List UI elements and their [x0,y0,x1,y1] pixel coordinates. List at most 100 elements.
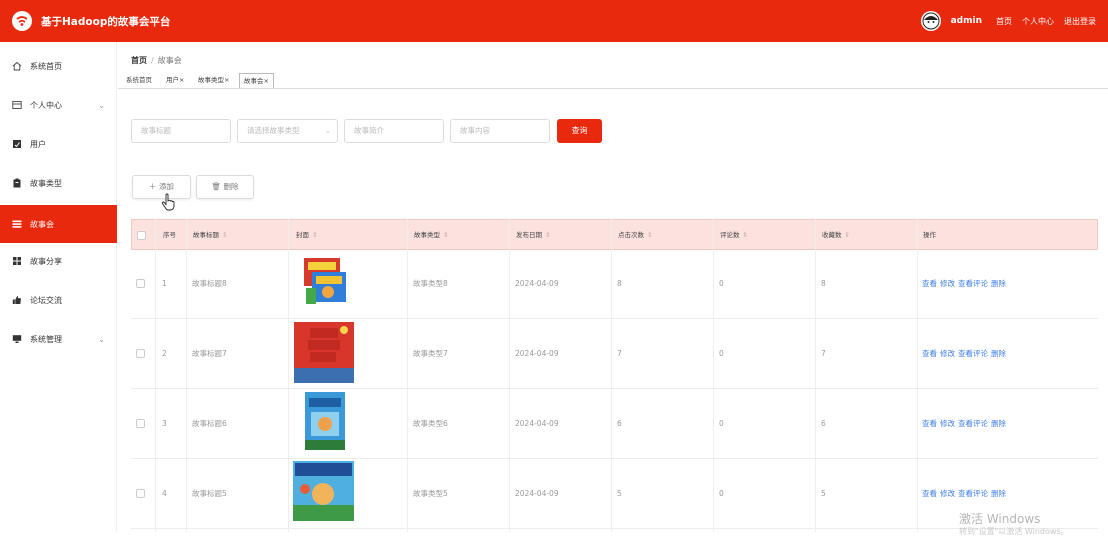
sort-icon[interactable]: ⇕ [845,231,850,239]
sidebar-item-label: 用户 [30,139,46,149]
clipboard-icon [12,178,22,188]
row-actions: 查看 修改 查看评论 删除 [922,249,1009,319]
delete-link[interactable]: 删除 [991,279,1006,288]
tab-home[interactable]: 系统首页 [122,73,156,88]
view-link[interactable]: 查看 [922,419,937,428]
chevron-down-icon: ⌄ [98,100,105,110]
table-row: 4 故事标题5 故事类型5 2024-04-09 5 0 5 查看 修改 查看评论删… [131,459,1098,529]
cover-image [293,461,354,521]
sidebar-item-label: 系统首页 [30,61,62,71]
nav-profile-link[interactable]: 个人中心 [1022,16,1054,27]
view-link[interactable]: 查看 [922,349,937,358]
edit-link[interactable]: 修改 [940,349,955,358]
edit-link[interactable]: 修改 [940,279,955,288]
column-label: 点击次数 [618,231,644,239]
column-header-favorites[interactable]: 收藏数 ⇕ [822,220,850,251]
select-all-checkbox[interactable] [137,231,146,240]
click-count: 8 [617,279,622,288]
logout-link[interactable]: 退出登录 [1064,16,1096,27]
tab-story-types[interactable]: 故事类型× [194,73,233,88]
breadcrumb-current: 故事会 [157,56,182,65]
delete-button[interactable]: 🗑 删除 [196,175,254,199]
story-title: 故事标题8 [192,279,227,288]
story-content-input[interactable]: 故事内容 [450,119,550,143]
sort-icon[interactable]: ⇕ [545,231,550,239]
column-header-date[interactable]: 发布日期 ⇕ [516,220,550,251]
avatar[interactable] [920,11,941,31]
view-link[interactable]: 查看 [922,279,937,288]
sidebar-item-story-types[interactable]: 故事类型 [0,164,117,202]
sidebar-item-system[interactable]: 系统管理 ⌄ [0,320,117,358]
sidebar-item-home[interactable]: 系统首页 [0,47,117,85]
top-bar: 基于Hadoop的故事会平台 admin 首页 个人中心 退出登录 [0,0,1108,42]
delete-link[interactable]: 删除 [991,419,1006,428]
edit-link[interactable]: 修改 [940,419,955,428]
view-link[interactable]: 查看 [922,489,937,498]
delete-link[interactable]: 删除 [991,349,1006,358]
column-header-cover[interactable]: 封面 ⇕ [296,220,317,251]
sidebar-item-label: 个人中心 [30,100,62,110]
close-icon[interactable]: × [179,76,184,84]
story-type: 故事类型5 [413,489,448,498]
story-type: 故事类型7 [413,349,448,358]
publish-date: 2024-04-09 [515,489,559,498]
grid-icon [12,256,22,266]
close-icon[interactable]: × [264,77,269,85]
sidebar: 系统首页 个人中心 ⌄ 用户 故事类型 故事会 故事分享 论坛交流 系统管理 ⌄ [0,42,117,532]
tab-story-club[interactable]: 故事会× [239,73,274,88]
row-number: 4 [162,489,167,498]
story-type-select[interactable]: 请选择故事类型 ⌄ [237,119,338,143]
thumbs-up-icon [12,295,22,305]
sidebar-item-profile[interactable]: 个人中心 ⌄ [0,86,117,124]
column-label: 封面 [296,231,309,239]
tab-users[interactable]: 用户× [162,73,188,88]
table-row: 2 故事标题7 故事类型7 2024-04-09 7 0 7 查看 修改 查看评论删… [131,319,1098,389]
chevron-down-icon: ⌄ [324,126,331,135]
row-actions: 查看 修改 查看评论 删除 [922,319,1009,389]
favorite-count: 8 [821,279,826,288]
sort-icon[interactable]: ⇕ [312,231,317,239]
view-comments-link[interactable]: 查看评论 [958,419,988,428]
publish-date: 2024-04-09 [515,279,559,288]
column-label: 发布日期 [516,231,542,239]
sidebar-item-label: 论坛交流 [30,295,62,305]
sort-icon[interactable]: ⇕ [647,231,652,239]
delete-link[interactable]: 删除 [991,489,1006,498]
column-header-type[interactable]: 故事类型 ⇕ [414,220,448,251]
sort-icon[interactable]: ⇕ [743,231,748,239]
comment-count: 0 [719,349,724,358]
view-comments-link[interactable]: 查看评论 [958,349,988,358]
click-count: 5 [617,489,622,498]
comment-count: 0 [719,419,724,428]
sort-icon[interactable]: ⇕ [443,231,448,239]
sidebar-item-users[interactable]: 用户 [0,125,117,163]
row-number: 3 [162,419,167,428]
view-comments-link[interactable]: 查看评论 [958,279,988,288]
column-header-clicks[interactable]: 点击次数 ⇕ [618,220,652,251]
favorite-count: 5 [821,489,826,498]
sidebar-item-story-share[interactable]: 故事分享 [0,242,117,280]
column-header-comments[interactable]: 评论数 ⇕ [720,220,748,251]
story-title-input[interactable]: 故事标题 [131,119,231,143]
row-checkbox[interactable] [136,279,145,288]
nav-home-link[interactable]: 首页 [996,16,1012,27]
sidebar-item-story-club[interactable]: 故事会 [0,205,117,243]
sort-icon[interactable]: ⇕ [222,231,227,239]
cover-image [305,392,345,450]
sidebar-item-label: 故事会 [30,219,54,229]
sidebar-item-forum[interactable]: 论坛交流 [0,281,117,319]
story-type-placeholder: 请选择故事类型 [247,126,300,135]
story-intro-input[interactable]: 故事简介 [344,119,444,143]
column-header-title[interactable]: 故事标题 ⇕ [193,220,227,251]
row-checkbox[interactable] [136,419,145,428]
favorite-count: 6 [821,419,826,428]
view-comments-link[interactable]: 查看评论 [958,489,988,498]
row-checkbox[interactable] [136,349,145,358]
monitor-icon [12,334,22,344]
close-icon[interactable]: × [224,76,229,84]
row-actions: 查看 修改 查看评论 删除 [922,389,1009,459]
breadcrumb-home[interactable]: 首页 [131,56,147,65]
row-checkbox[interactable] [136,489,145,498]
edit-link[interactable]: 修改 [940,489,955,498]
query-button[interactable]: 查询 [557,119,602,143]
